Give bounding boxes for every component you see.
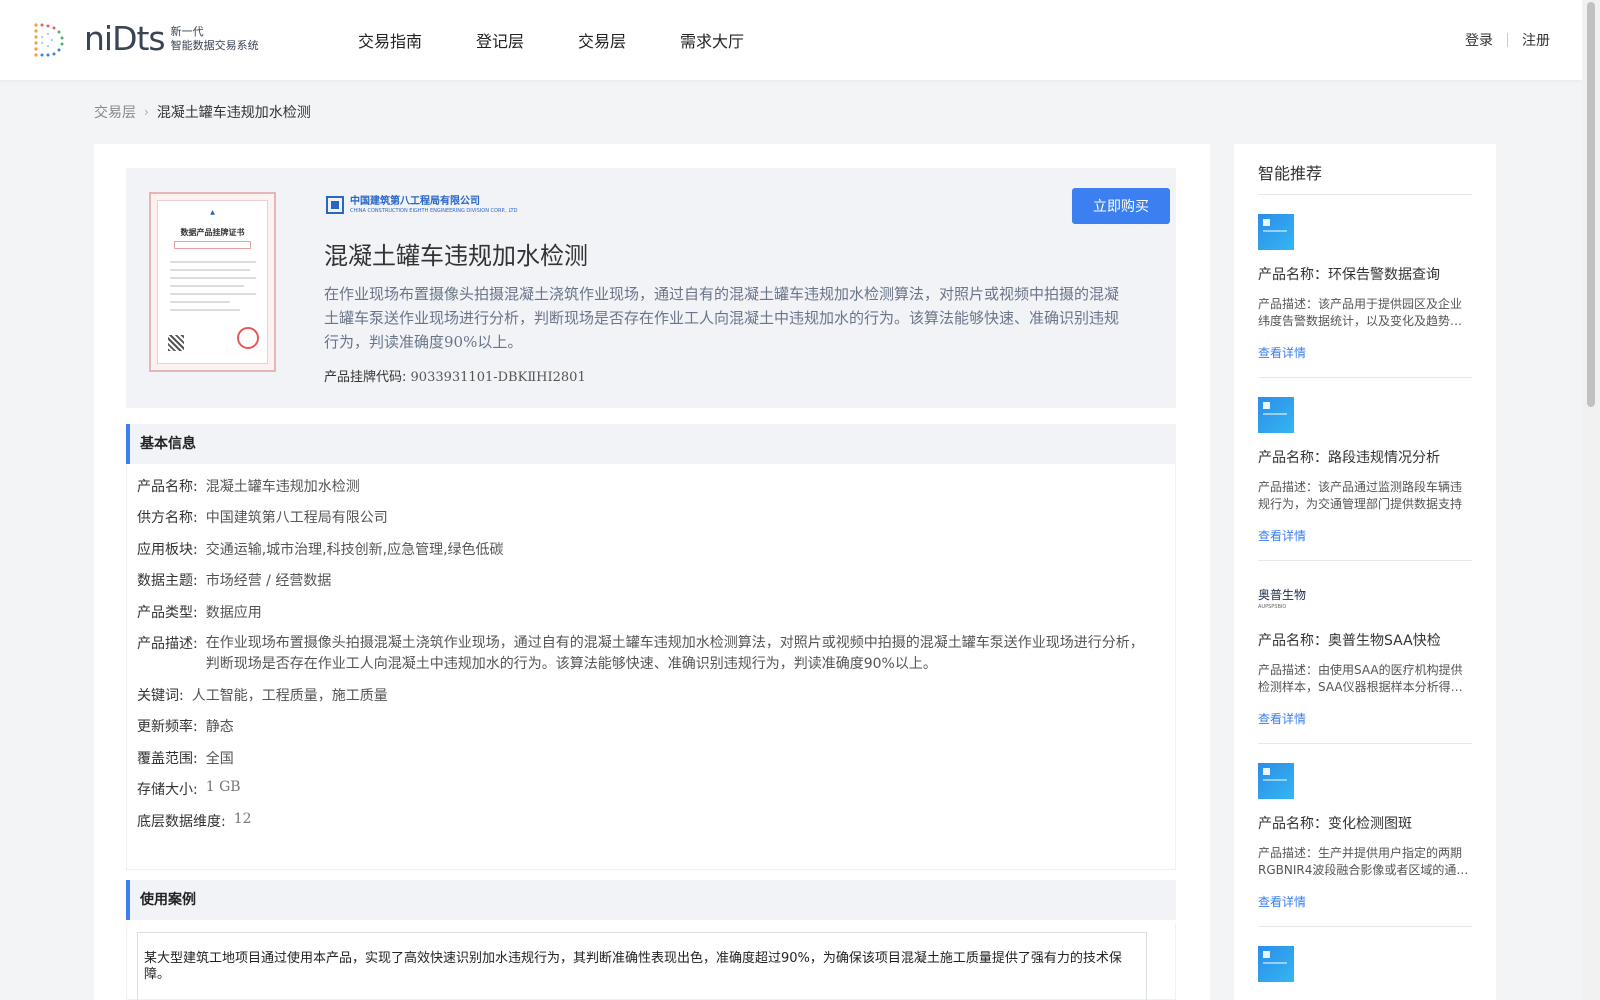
recommendation-description: 产品描述：生产并提供用户指定的两期RGBNIR4波段融合影像或者区域的通用变化检… [1258, 846, 1469, 877]
breadcrumb-current: 混凝土罐车违规加水检测 [156, 105, 311, 121]
info-row-storage-size: 存储大小: 1 GB [137, 779, 241, 798]
recommendation-card[interactable]: 产品名称：变化检测图斑 产品描述：生产并提供用户指定的两期RGBNIR4波段融合… [1258, 763, 1472, 910]
thumbnail-logo-text: 奥普生物 [1258, 588, 1307, 602]
supplier-logo-en: CHINA CONSTRUCTION EIGHTH ENGINEERING DI… [350, 208, 518, 214]
product-summary: 在作业现场布置摄像头拍摄混凝土浇筑作业现场，通过自有的混凝土罐车违规加水检测算法… [324, 285, 1120, 351]
listing-code: 产品挂牌代码: 9033931101-DBKⅡHI2801 [324, 366, 586, 385]
info-row-product-name: 产品名称: 混凝土罐车违规加水检测 [137, 479, 360, 495]
view-details-link[interactable]: 查看详情 [1258, 344, 1472, 361]
logo-sub-line2: 智能数据交易系统 [170, 39, 259, 52]
recommendation-name[interactable]: 产品名称：环保告警数据查询 [1258, 264, 1472, 284]
info-row-sectors: 应用板块: 交通运输,城市治理,科技创新,应急管理,绿色低碳 [137, 542, 504, 558]
product-detail-panel: ▲ 数据产品挂牌证书 中国建筑第八工程局有限公司 CHINA CONSTRUCT… [94, 144, 1210, 1000]
recommendations-title: 智能推荐 [1258, 164, 1323, 183]
breadcrumb-parent[interactable]: 交易层 [94, 102, 136, 122]
basic-info-list: 产品名称: 混凝土罐车违规加水检测 供方名称: 中国建筑第八工程局有限公司 应用… [126, 464, 1176, 870]
login-link[interactable]: 登录 [1465, 30, 1493, 50]
info-row-keywords: 关键词: 人工智能，工程质量，施工质量 [137, 688, 388, 704]
certificate-image: ▲ 数据产品挂牌证书 [149, 192, 276, 372]
sidebar-divider [1258, 743, 1472, 744]
info-row-coverage: 覆盖范围: 全国 [137, 751, 234, 767]
product-hero: ▲ 数据产品挂牌证书 中国建筑第八工程局有限公司 CHINA CONSTRUCT… [126, 168, 1176, 408]
logo-mark-icon [30, 20, 68, 58]
recommendation-card[interactable]: 奥普生物 AUPSPSBIO 产品名称：奥普生物SAA快检 产品描述：由使用SA… [1258, 580, 1472, 727]
sidebar-divider [1258, 377, 1472, 378]
product-title: 混凝土罐车违规加水检测 [324, 242, 588, 270]
page-scrollbar[interactable] [1582, 0, 1600, 1000]
use-case-heading: 使用案例 [126, 880, 1176, 920]
product-thumbnail-icon[interactable]: 奥普生物 AUPSPSBIO [1258, 580, 1306, 616]
thumbnail-logo-subtext: AUPSPSBIO [1258, 604, 1287, 610]
certificate-title: 数据产品挂牌证书 [180, 228, 245, 237]
sidebar-divider [1258, 194, 1472, 195]
nav-trading-layer[interactable]: 交易层 [578, 28, 626, 52]
listing-code-label: 产品挂牌代码: [324, 370, 407, 385]
product-thumbnail-icon[interactable] [1258, 397, 1294, 433]
info-row-type: 产品类型: 数据应用 [137, 605, 262, 621]
chevron-right-icon: › [144, 105, 149, 119]
info-row-data-dimension: 底层数据维度: 12 [137, 811, 252, 830]
logo-sub-line1: 新一代 [170, 25, 204, 38]
recommendation-name[interactable]: 产品名称：奥普生物SAA快检 [1258, 630, 1472, 650]
recommendation-description: 产品描述：由使用SAA的医疗机构提供检测样本，SAA仪器根据样本分析得出检测结果 [1258, 663, 1463, 694]
nav-trade-guide[interactable]: 交易指南 [358, 28, 422, 52]
recommendation-card[interactable]: 产品名称：环保告警数据查询 产品描述：该产品用于提供园区及企业纬度告警数据统计，… [1258, 214, 1472, 361]
product-thumbnail-icon[interactable] [1258, 214, 1294, 250]
supplier-logo-cn: 中国建筑第八工程局有限公司 [350, 196, 480, 207]
top-header: niDts 新一代 智能数据交易系统 交易指南 登记层 交易层 需求大厅 登录 … [0, 0, 1582, 80]
product-thumbnail-icon[interactable] [1258, 946, 1294, 982]
supplier-logo-icon [326, 196, 344, 214]
sidebar-divider [1258, 560, 1472, 561]
info-row-description: 产品描述: 在作业现场布置摄像头拍摄混凝土浇筑作业现场，通过自有的混凝土罐车违规… [137, 635, 1144, 672]
auth-links: 登录 注册 [1465, 30, 1550, 50]
view-details-link[interactable]: 查看详情 [1258, 893, 1472, 910]
recommendation-name[interactable]: 产品名称：路段违规情况分析 [1258, 447, 1472, 467]
breadcrumb: 交易层 › 混凝土罐车违规加水检测 [94, 102, 311, 122]
recommendation-card[interactable]: 产品名称：路段违规情况分析 产品描述：该产品通过监测路段车辆违规行为，为交通管理… [1258, 397, 1472, 544]
view-details-link[interactable]: 查看详情 [1258, 527, 1472, 544]
register-link[interactable]: 注册 [1522, 30, 1550, 50]
main-nav: 交易指南 登记层 交易层 需求大厅 [358, 0, 798, 80]
use-case-text: 某大型建筑工地项目通过使用本产品，实现了高效快速识别加水违规行为，其判断准确性表… [137, 932, 1147, 1000]
basic-info-heading: 基本信息 [126, 424, 1176, 464]
buy-now-button[interactable]: 立即购买 [1072, 188, 1170, 224]
nav-demand-hall[interactable]: 需求大厅 [680, 28, 744, 52]
logo-subtitle: 新一代 智能数据交易系统 [171, 25, 259, 53]
info-row-topic: 数据主题: 市场经营 / 经营数据 [137, 573, 332, 589]
recommendation-card[interactable] [1258, 946, 1472, 982]
recommendation-description: 产品描述：该产品用于提供园区及企业纬度告警数据统计，以及变化及趋势分析 [1258, 297, 1463, 328]
certificate-subtitle-box [174, 241, 251, 249]
qr-code-icon [168, 335, 184, 351]
site-logo[interactable]: niDts 新一代 智能数据交易系统 [30, 20, 259, 58]
seal-stamp-icon [237, 327, 259, 349]
info-row-update-frequency: 更新频率: 静态 [137, 719, 234, 735]
recommendation-description: 产品描述：该产品通过监测路段车辆违规行为，为交通管理部门提供数据支持 [1258, 480, 1463, 511]
supplier-logo: 中国建筑第八工程局有限公司 CHINA CONSTRUCTION EIGHTH … [326, 196, 517, 214]
view-details-link[interactable]: 查看详情 [1258, 710, 1472, 727]
scrollbar-thumb[interactable] [1587, 2, 1595, 407]
auth-divider [1507, 33, 1508, 47]
sidebar-divider [1258, 926, 1472, 927]
use-case-box: 某大型建筑工地项目通过使用本产品，实现了高效快速识别加水违规行为，其判断准确性表… [126, 924, 1176, 1000]
info-row-supplier: 供方名称: 中国建筑第八工程局有限公司 [137, 510, 388, 526]
recommendations-sidebar: 智能推荐 产品名称：环保告警数据查询 产品描述：该产品用于提供园区及企业纬度告警… [1234, 144, 1496, 1000]
nav-registration-layer[interactable]: 登记层 [476, 28, 524, 52]
product-thumbnail-icon[interactable] [1258, 763, 1294, 799]
recommendation-name[interactable]: 产品名称：变化检测图斑 [1258, 813, 1472, 833]
logo-wordmark: niDts [84, 19, 166, 58]
listing-code-value: 9033931101-DBKⅡHI2801 [410, 370, 586, 385]
certificate-logo-icon: ▲ [210, 209, 215, 216]
